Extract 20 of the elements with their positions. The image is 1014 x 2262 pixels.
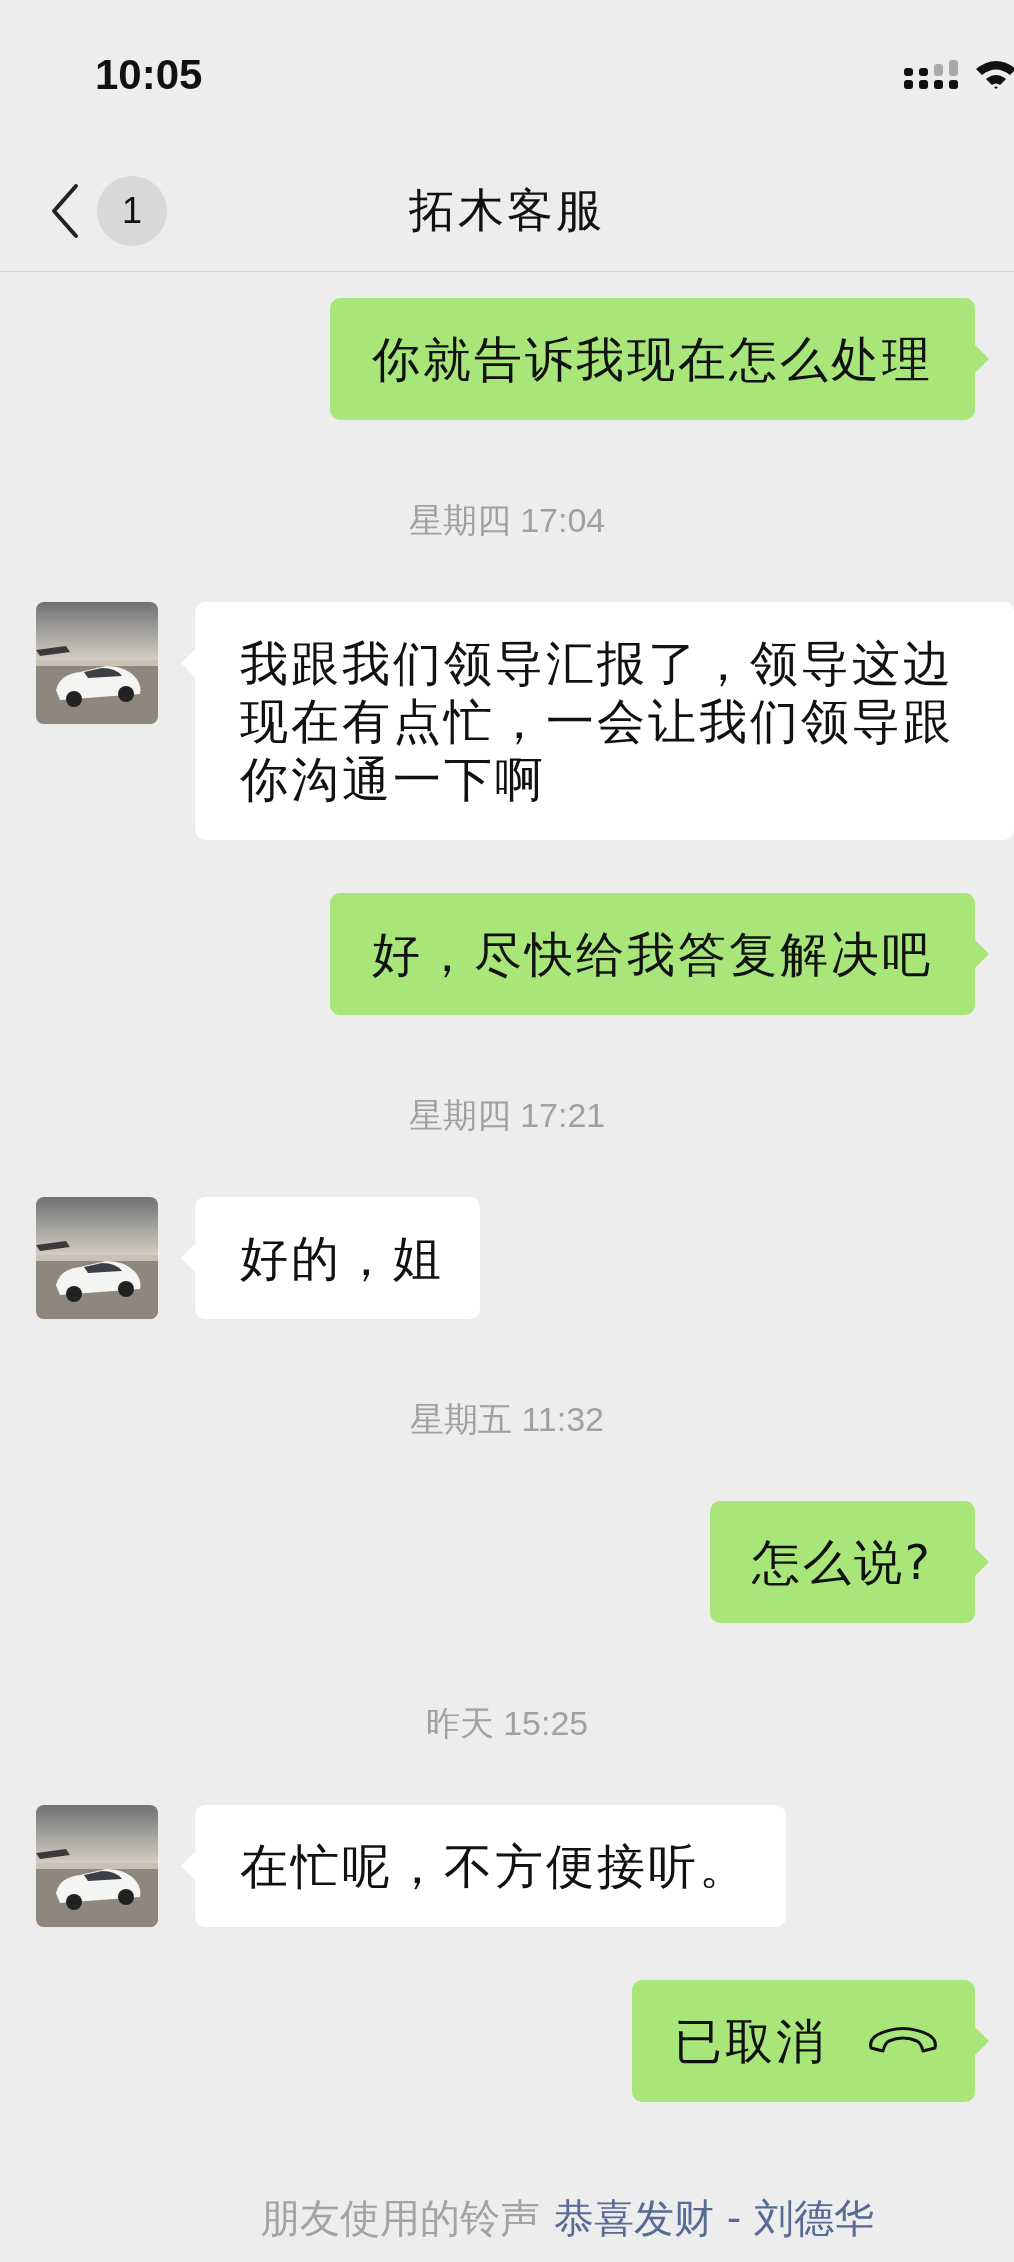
message-bubble: 好的，姐 <box>181 1197 480 1319</box>
back-icon[interactable] <box>50 182 80 239</box>
unread-badge: 1 <box>97 175 167 246</box>
call-bubble[interactable]: 已取消 <box>632 1980 989 2102</box>
timestamp: 星期五 11:32 <box>410 1399 604 1440</box>
timestamp: 星期四 17:21 <box>408 1095 606 1136</box>
chat-title: 拓木客服 <box>409 181 605 239</box>
message-bubble: 怎么说? <box>709 1501 989 1623</box>
timestamp: 昨天 15:25 <box>425 1703 589 1744</box>
signal-icon <box>904 60 960 90</box>
ringtone-label: 朋友使用的铃声 <box>260 2194 540 2243</box>
wifi-icon <box>974 59 1014 91</box>
message-bubble: 好，尽快给我答复解决吧 <box>330 893 989 1015</box>
status-time: 10:05 <box>95 51 203 99</box>
ringtone-link[interactable]: 恭喜发财 - 刘德华 <box>554 2188 874 2248</box>
message-bubble: 我跟我们领导汇报了，领导这边现在有点忙，一会让我们领导跟你沟通一下啊 <box>181 602 1014 840</box>
message-bubble: 你就告诉我现在怎么处理 <box>330 298 989 420</box>
message-bubble: 在忙呢，不方便接听。 <box>181 1805 786 1927</box>
timestamp: 星期四 17:04 <box>408 500 606 541</box>
bubble-tail <box>975 2027 989 2055</box>
